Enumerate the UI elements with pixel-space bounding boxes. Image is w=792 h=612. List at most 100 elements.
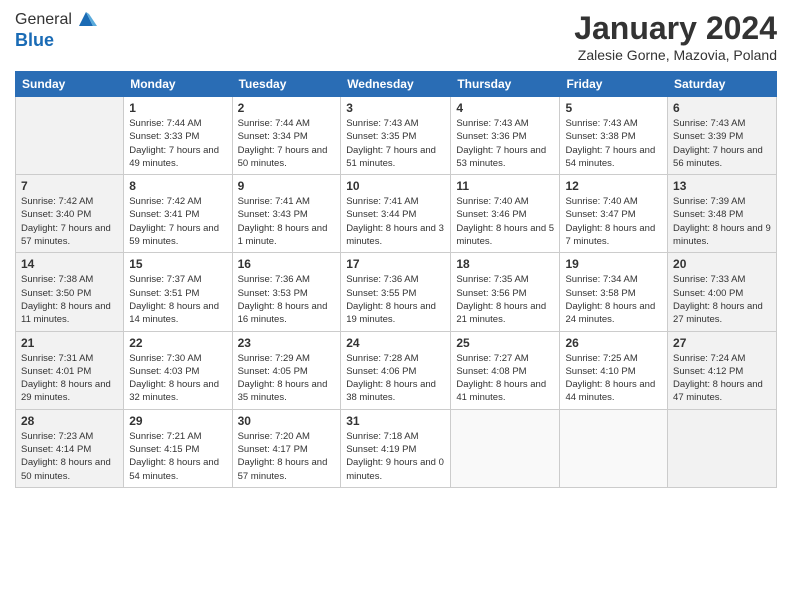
day-info: Sunrise: 7:21 AMSunset: 4:15 PMDaylight:… [129,430,226,483]
day-info: Sunrise: 7:41 AMSunset: 3:43 PMDaylight:… [238,195,336,248]
day-info: Sunrise: 7:23 AMSunset: 4:14 PMDaylight:… [21,430,118,483]
cell-1-0: 7 Sunrise: 7:42 AMSunset: 3:40 PMDaylight… [16,175,124,253]
day-number: 10 [346,179,445,193]
month-title: January 2024 [574,10,777,47]
cell-1-3: 10 Sunrise: 7:41 AMSunset: 3:44 PMDayligh… [341,175,451,253]
cell-4-0: 28 Sunrise: 7:23 AMSunset: 4:14 PMDayligh… [16,409,124,487]
day-number: 14 [21,257,118,271]
col-saturday: Saturday [668,72,777,97]
day-info: Sunrise: 7:44 AMSunset: 3:33 PMDaylight:… [129,117,226,170]
logo-blue-text: Blue [15,30,97,51]
header: General Blue January 2024 Zalesie Gorne,… [15,10,777,63]
day-info: Sunrise: 7:36 AMSunset: 3:53 PMDaylight:… [238,273,336,326]
cell-4-4 [451,409,560,487]
col-monday: Monday [124,72,232,97]
day-number: 17 [346,257,445,271]
week-row-4: 28 Sunrise: 7:23 AMSunset: 4:14 PMDayligh… [16,409,777,487]
header-row: Sunday Monday Tuesday Wednesday Thursday… [16,72,777,97]
day-number: 18 [456,257,554,271]
day-info: Sunrise: 7:41 AMSunset: 3:44 PMDaylight:… [346,195,445,248]
cell-2-5: 19 Sunrise: 7:34 AMSunset: 3:58 PMDayligh… [560,253,668,331]
day-info: Sunrise: 7:18 AMSunset: 4:19 PMDaylight:… [346,430,445,483]
cell-1-6: 13 Sunrise: 7:39 AMSunset: 3:48 PMDayligh… [668,175,777,253]
col-thursday: Thursday [451,72,560,97]
day-number: 6 [673,101,771,115]
week-row-2: 14 Sunrise: 7:38 AMSunset: 3:50 PMDayligh… [16,253,777,331]
day-number: 20 [673,257,771,271]
day-number: 27 [673,336,771,350]
cell-2-3: 17 Sunrise: 7:36 AMSunset: 3:55 PMDayligh… [341,253,451,331]
cell-3-2: 23Sunrise: 7:29 AMSunset: 4:05 PMDayligh… [232,331,341,409]
day-info: Sunrise: 7:24 AMSunset: 4:12 PMDaylight:… [673,352,771,405]
day-number: 4 [456,101,554,115]
cell-0-1: 1 Sunrise: 7:44 AMSunset: 3:33 PMDaylight… [124,97,232,175]
cell-1-4: 11 Sunrise: 7:40 AMSunset: 3:46 PMDayligh… [451,175,560,253]
cell-0-4: 4 Sunrise: 7:43 AMSunset: 3:36 PMDaylight… [451,97,560,175]
cell-1-1: 8 Sunrise: 7:42 AMSunset: 3:41 PMDaylight… [124,175,232,253]
day-info: Sunrise: 7:43 AMSunset: 3:38 PMDaylight:… [565,117,662,170]
logo-general-text: General [15,11,72,29]
day-info: Sunrise: 7:43 AMSunset: 3:36 PMDaylight:… [456,117,554,170]
title-block: January 2024 Zalesie Gorne, Mazovia, Pol… [574,10,777,63]
cell-1-2: 9 Sunrise: 7:41 AMSunset: 3:43 PMDaylight… [232,175,341,253]
day-number: 28 [21,414,118,428]
cell-3-0: 21Sunrise: 7:31 AMSunset: 4:01 PMDayligh… [16,331,124,409]
col-sunday: Sunday [16,72,124,97]
day-info: Sunrise: 7:36 AMSunset: 3:55 PMDaylight:… [346,273,445,326]
cell-4-6 [668,409,777,487]
location: Zalesie Gorne, Mazovia, Poland [574,47,777,63]
cell-4-2: 30Sunrise: 7:20 AMSunset: 4:17 PMDayligh… [232,409,341,487]
day-number: 1 [129,101,226,115]
day-number: 12 [565,179,662,193]
day-number: 26 [565,336,662,350]
week-row-1: 7 Sunrise: 7:42 AMSunset: 3:40 PMDaylight… [16,175,777,253]
cell-3-6: 27 Sunrise: 7:24 AMSunset: 4:12 PMDayligh… [668,331,777,409]
day-info: Sunrise: 7:39 AMSunset: 3:48 PMDaylight:… [673,195,771,248]
day-number: 19 [565,257,662,271]
day-number: 8 [129,179,226,193]
day-number: 7 [21,179,118,193]
day-number: 24 [346,336,445,350]
day-info: Sunrise: 7:34 AMSunset: 3:58 PMDaylight:… [565,273,662,326]
cell-2-1: 15 Sunrise: 7:37 AMSunset: 3:51 PMDayligh… [124,253,232,331]
cell-2-2: 16Sunrise: 7:36 AMSunset: 3:53 PMDayligh… [232,253,341,331]
day-info: Sunrise: 7:25 AMSunset: 4:10 PMDaylight:… [565,352,662,405]
day-info: Sunrise: 7:28 AMSunset: 4:06 PMDaylight:… [346,352,445,405]
logo-icon [75,8,97,30]
day-number: 11 [456,179,554,193]
day-number: 13 [673,179,771,193]
cell-3-1: 22Sunrise: 7:30 AMSunset: 4:03 PMDayligh… [124,331,232,409]
cell-4-3: 31 Sunrise: 7:18 AMSunset: 4:19 PMDayligh… [341,409,451,487]
day-info: Sunrise: 7:35 AMSunset: 3:56 PMDaylight:… [456,273,554,326]
day-info: Sunrise: 7:43 AMSunset: 3:39 PMDaylight:… [673,117,771,170]
day-number: 15 [129,257,226,271]
day-number: 30 [238,414,336,428]
cell-1-5: 12 Sunrise: 7:40 AMSunset: 3:47 PMDayligh… [560,175,668,253]
col-friday: Friday [560,72,668,97]
day-info: Sunrise: 7:42 AMSunset: 3:40 PMDaylight:… [21,195,118,248]
day-number: 2 [238,101,336,115]
day-number: 9 [238,179,336,193]
day-info: Sunrise: 7:40 AMSunset: 3:47 PMDaylight:… [565,195,662,248]
calendar-body: 1 Sunrise: 7:44 AMSunset: 3:33 PMDaylight… [16,97,777,488]
cell-0-5: 5 Sunrise: 7:43 AMSunset: 3:38 PMDaylight… [560,97,668,175]
day-number: 31 [346,414,445,428]
day-info: Sunrise: 7:43 AMSunset: 3:35 PMDaylight:… [346,117,445,170]
day-info: Sunrise: 7:33 AMSunset: 4:00 PMDaylight:… [673,273,771,326]
day-number: 5 [565,101,662,115]
cell-3-4: 25Sunrise: 7:27 AMSunset: 4:08 PMDayligh… [451,331,560,409]
calendar-table: Sunday Monday Tuesday Wednesday Thursday… [15,71,777,488]
week-row-0: 1 Sunrise: 7:44 AMSunset: 3:33 PMDaylight… [16,97,777,175]
day-info: Sunrise: 7:42 AMSunset: 3:41 PMDaylight:… [129,195,226,248]
day-info: Sunrise: 7:30 AMSunset: 4:03 PMDaylight:… [129,352,226,405]
day-info: Sunrise: 7:40 AMSunset: 3:46 PMDaylight:… [456,195,554,248]
day-info: Sunrise: 7:29 AMSunset: 4:05 PMDaylight:… [238,352,336,405]
cell-2-4: 18 Sunrise: 7:35 AMSunset: 3:56 PMDayligh… [451,253,560,331]
week-row-3: 21Sunrise: 7:31 AMSunset: 4:01 PMDayligh… [16,331,777,409]
logo: General Blue [15,10,97,51]
day-info: Sunrise: 7:37 AMSunset: 3:51 PMDaylight:… [129,273,226,326]
cell-2-0: 14 Sunrise: 7:38 AMSunset: 3:50 PMDayligh… [16,253,124,331]
col-wednesday: Wednesday [341,72,451,97]
day-info: Sunrise: 7:38 AMSunset: 3:50 PMDaylight:… [21,273,118,326]
cell-3-5: 26 Sunrise: 7:25 AMSunset: 4:10 PMDayligh… [560,331,668,409]
